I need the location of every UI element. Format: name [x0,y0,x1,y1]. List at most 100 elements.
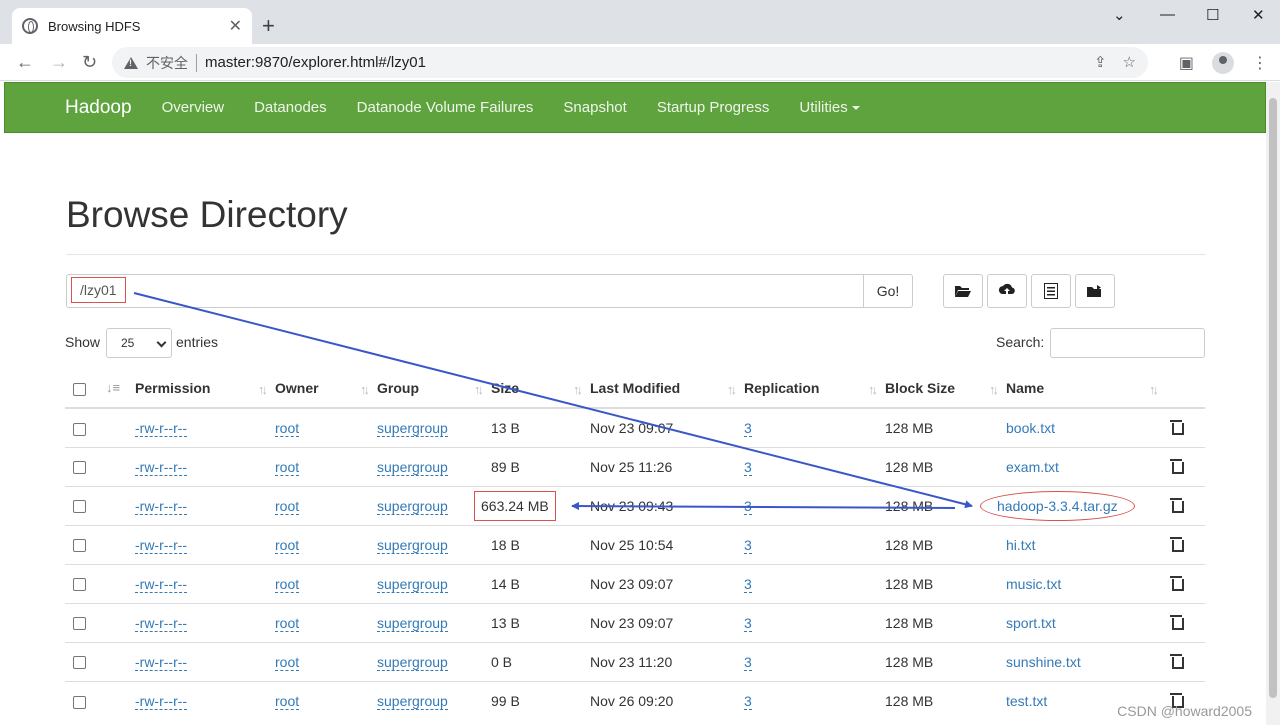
permission-link[interactable]: -rw-r--r-- [135,653,188,671]
new-tab-button[interactable]: + [262,14,275,38]
nav-utilities-dropdown[interactable]: Utilities [799,99,860,116]
close-window-icon[interactable]: ✕ [1252,6,1265,24]
row-checkbox[interactable] [73,656,86,670]
omnibox[interactable]: 不安全 master:9870/explorer.html#/lzy01 ⇪ ☆ [112,47,1148,78]
file-name-link[interactable]: test.txt [1006,693,1047,709]
entries-per-page-select[interactable]: 25 [106,328,172,358]
side-panel-icon[interactable]: ▣ [1179,53,1194,73]
file-name-link[interactable]: sunshine.txt [1006,654,1081,670]
group-link[interactable]: supergroup [377,575,448,593]
trash-icon[interactable] [1170,419,1184,435]
col-name[interactable]: Name ↑↓ [1006,369,1166,409]
owner-link[interactable]: root [275,614,300,632]
trash-icon[interactable] [1170,497,1184,513]
cut-paste-button[interactable] [1075,274,1115,308]
owner-link[interactable]: root [275,692,300,710]
trash-icon[interactable] [1170,536,1184,552]
permission-link[interactable]: -rw-r--r-- [135,497,188,515]
reload-icon[interactable]: ↻ [82,52,97,72]
insecure-label[interactable]: 不安全 [146,53,188,73]
col-size[interactable]: Size ↑↓ [491,369,590,409]
group-link[interactable]: supergroup [377,653,448,671]
permission-link[interactable]: -rw-r--r-- [135,614,188,632]
path-input[interactable]: /lzy01 [66,274,866,308]
menu-kebab-icon[interactable]: ⋮ [1252,53,1268,73]
replication-link[interactable]: 3 [744,497,752,515]
row-checkbox[interactable] [73,578,86,592]
nav-datanode-volume-failures[interactable]: Datanode Volume Failures [357,99,534,116]
vertical-scrollbar[interactable] [1266,82,1280,725]
row-checkbox[interactable] [73,461,86,475]
col-permission[interactable]: Permission ↑↓ [135,369,275,409]
permission-link[interactable]: -rw-r--r-- [135,692,188,710]
file-name-link[interactable]: hi.txt [1006,537,1036,553]
permission-link[interactable]: -rw-r--r-- [135,536,188,554]
replication-link[interactable]: 3 [744,536,752,554]
col-replication[interactable]: Replication ↑↓ [744,369,885,409]
owner-link[interactable]: root [275,458,300,476]
col-last-modified[interactable]: Last Modified ↑↓ [590,369,744,409]
group-link[interactable]: supergroup [377,692,448,710]
replication-link[interactable]: 3 [744,458,752,476]
col-owner[interactable]: Owner ↑↓ [275,369,377,409]
minimize-icon[interactable]: — [1160,6,1175,23]
row-checkbox[interactable] [73,695,86,709]
file-name-link[interactable]: book.txt [1006,420,1055,436]
forward-icon[interactable]: → [50,52,68,72]
sort-column-header[interactable]: ↓≡ [101,369,135,409]
group-link[interactable]: supergroup [377,497,448,515]
tab-close-icon[interactable]: ✕ [229,16,242,36]
warning-icon[interactable] [124,56,138,69]
share-icon[interactable]: ⇪ [1094,53,1107,71]
create-directory-button[interactable] [943,274,983,308]
trash-icon[interactable] [1170,653,1184,669]
file-name-link[interactable]: hadoop-3.3.4.tar.gz [997,498,1118,514]
nav-datanodes[interactable]: Datanodes [254,99,327,116]
select-all-checkbox[interactable] [73,382,86,396]
upload-button[interactable] [987,274,1027,308]
replication-link[interactable]: 3 [744,575,752,593]
bookmark-star-icon[interactable]: ☆ [1123,53,1136,71]
go-button[interactable]: Go! [863,274,913,308]
scrollbar-thumb[interactable] [1269,98,1277,698]
group-link[interactable]: supergroup [377,458,448,476]
row-checkbox[interactable] [73,500,86,514]
group-link[interactable]: supergroup [377,536,448,554]
replication-link[interactable]: 3 [744,419,752,437]
row-checkbox[interactable] [73,539,86,553]
col-group[interactable]: Group ↑↓ [377,369,491,409]
permission-link[interactable]: -rw-r--r-- [135,575,188,593]
file-name-link[interactable]: sport.txt [1006,615,1056,631]
trash-icon[interactable] [1170,575,1184,591]
nav-startup-progress[interactable]: Startup Progress [657,99,770,116]
owner-link[interactable]: root [275,497,300,515]
row-checkbox[interactable] [73,422,86,436]
brand-link[interactable]: Hadoop [65,97,132,119]
owner-link[interactable]: root [275,575,300,593]
group-link[interactable]: supergroup [377,419,448,437]
search-input[interactable] [1050,328,1205,358]
file-name-link[interactable]: music.txt [1006,576,1061,592]
maximize-icon[interactable]: ☐ [1206,6,1219,24]
nav-snapshot[interactable]: Snapshot [563,99,626,116]
replication-link[interactable]: 3 [744,653,752,671]
browser-tab[interactable]: Browsing HDFS ✕ [12,8,252,44]
col-block-size[interactable]: Block Size ↑↓ [885,369,1006,409]
path-value[interactable]: /lzy01 [71,277,126,303]
permission-link[interactable]: -rw-r--r-- [135,458,188,476]
owner-link[interactable]: root [275,653,300,671]
row-checkbox[interactable] [73,617,86,631]
replication-link[interactable]: 3 [744,692,752,710]
url-text[interactable]: master:9870/explorer.html#/lzy01 [205,54,426,71]
profile-avatar-icon[interactable] [1212,52,1234,74]
tab-search-icon[interactable]: ⌄ [1113,6,1126,24]
group-link[interactable]: supergroup [377,614,448,632]
nav-overview[interactable]: Overview [162,99,225,116]
trash-icon[interactable] [1170,458,1184,474]
back-icon[interactable]: ← [16,52,34,72]
file-name-link[interactable]: exam.txt [1006,459,1059,475]
list-view-button[interactable] [1031,274,1071,308]
owner-link[interactable]: root [275,419,300,437]
replication-link[interactable]: 3 [744,614,752,632]
owner-link[interactable]: root [275,536,300,554]
